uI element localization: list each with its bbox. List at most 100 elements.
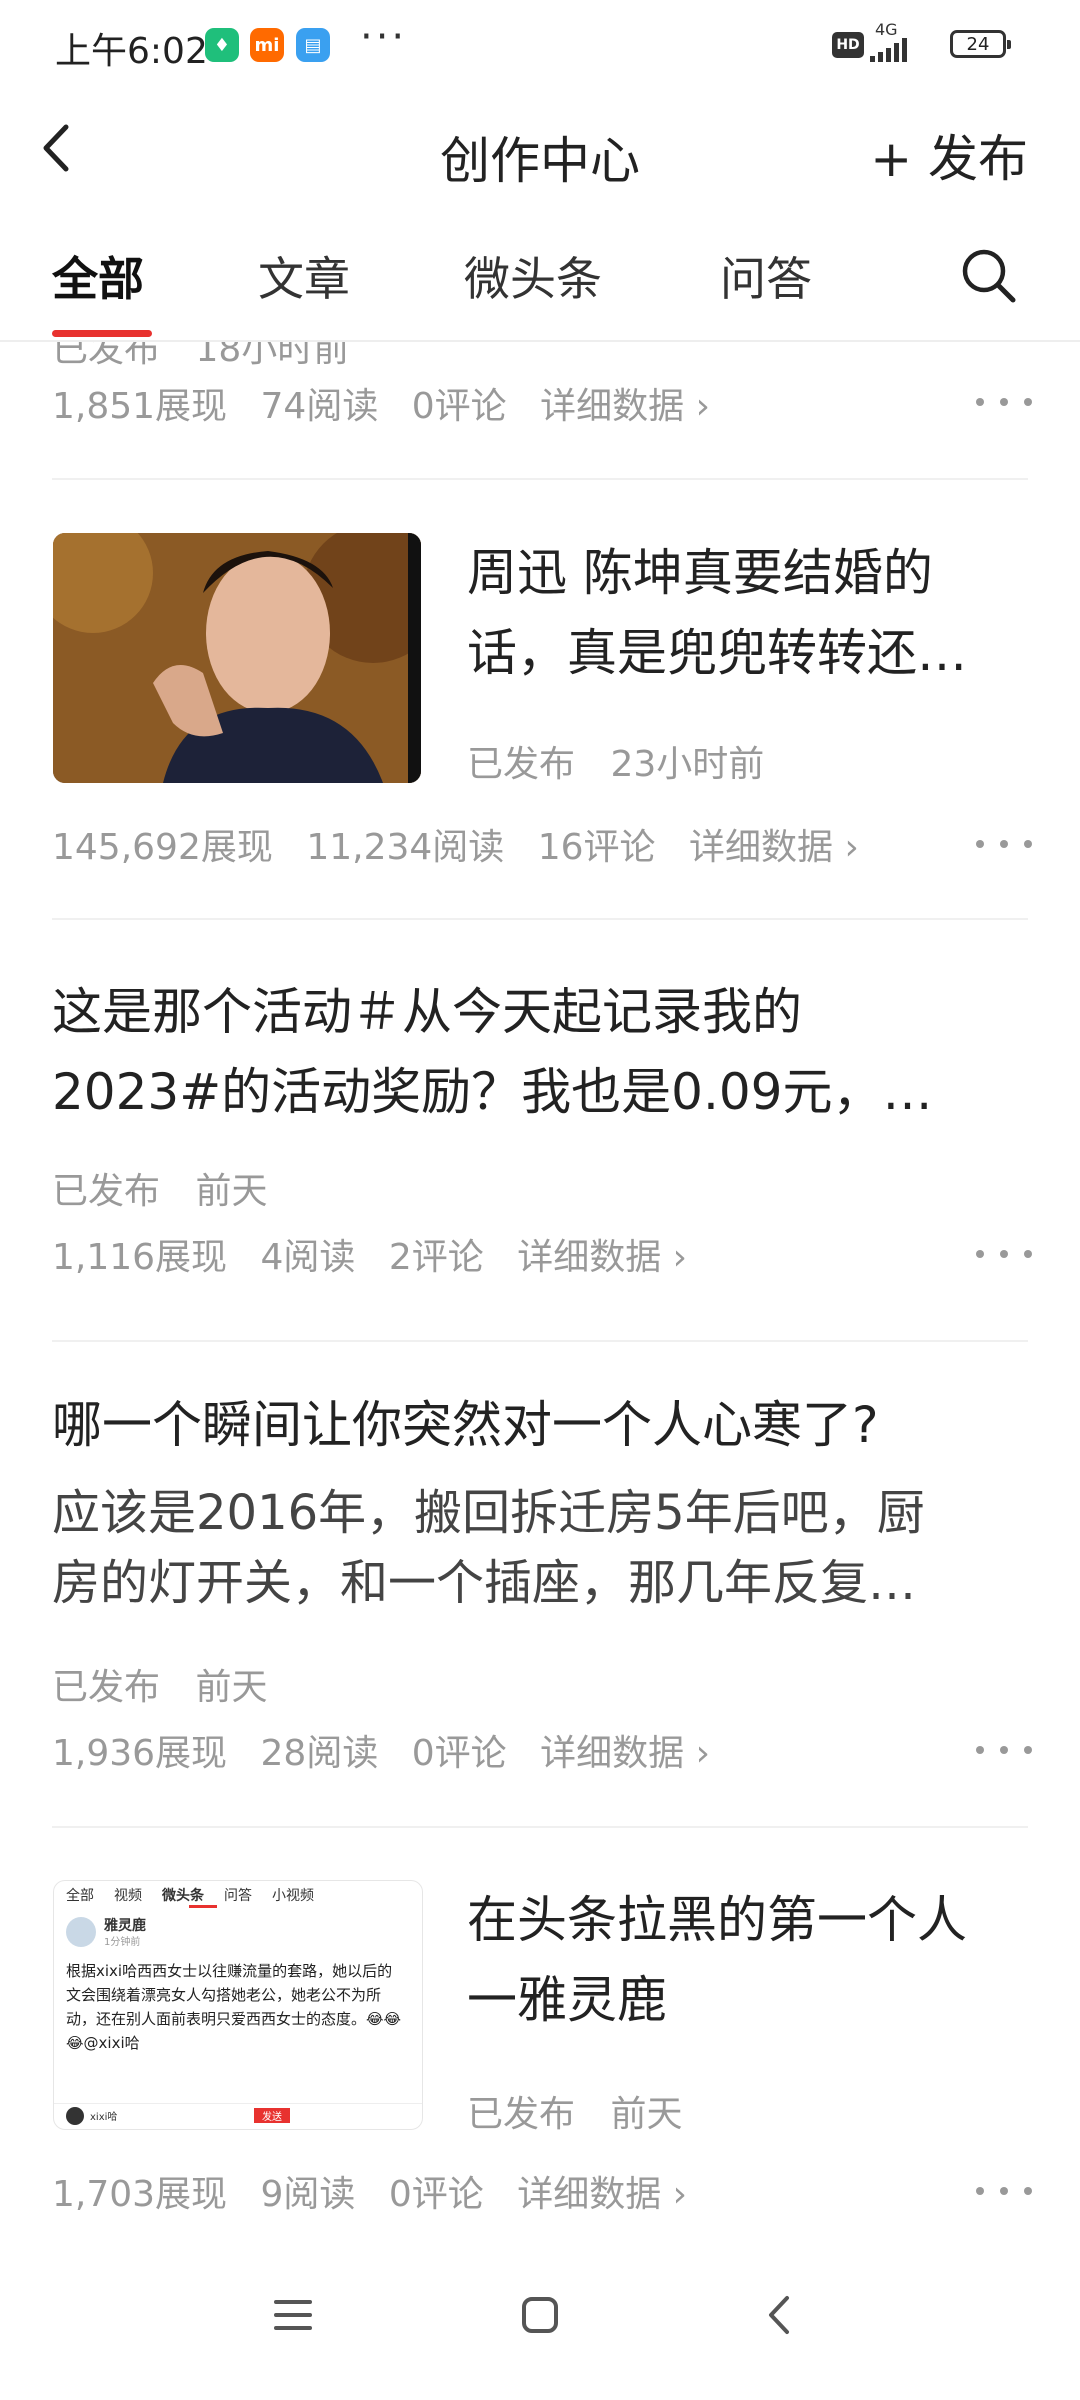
detail-data-link[interactable]: 详细数据 › bbox=[540, 1733, 710, 1774]
thumb-author: 雅灵鹿 bbox=[104, 1918, 146, 1934]
shield-app-icon: ♦ bbox=[205, 28, 239, 62]
app-header: 创作中心 + 发布 bbox=[0, 95, 1080, 215]
item-title: 在头条拉黑的第一个人 一雅灵鹿 bbox=[467, 1880, 1037, 2040]
portrait-image bbox=[53, 533, 421, 783]
item-stats: 1,936展现 28阅读 0评论 详细数据 › bbox=[52, 1724, 732, 1776]
title-line: 2023#的活动奖励？我也是0.09元，… bbox=[52, 1063, 933, 1121]
tab-articles[interactable]: 文章 bbox=[258, 243, 350, 309]
home-square-icon bbox=[522, 2297, 558, 2333]
thumb-footer: xixi哈 发送 bbox=[54, 2103, 422, 2129]
search-button[interactable] bbox=[958, 245, 1018, 305]
reads-count: 28阅读 bbox=[260, 1733, 379, 1774]
more-notifications-icon: ··· bbox=[360, 14, 408, 60]
battery-level: 24 bbox=[966, 33, 990, 55]
comments-count: 16评论 bbox=[537, 827, 656, 868]
divider bbox=[52, 478, 1028, 480]
comments-count: 2评论 bbox=[388, 1237, 484, 1278]
detail-data-link[interactable]: 详细数据 › bbox=[540, 386, 710, 427]
item-meta: 已发布 23小时前 bbox=[467, 735, 788, 787]
publish-status: 已发布 bbox=[52, 340, 161, 370]
content-list: 已发布 18小时前 1,851展现 74阅读 0评论 详细数据 › 周迅 陈坤真… bbox=[0, 340, 1080, 2240]
thumb-text: 根据xixi哈西西女士以往赚流量的套路，她以后的文会围绕着漂亮女人勾搭她老公，她… bbox=[66, 1962, 402, 2052]
more-options-icon[interactable] bbox=[976, 1738, 1032, 1762]
back-triangle-icon bbox=[769, 2296, 789, 2334]
more-options-icon[interactable] bbox=[976, 2179, 1032, 2203]
excerpt-line: 应该是2016年，搬回拆迁房5年后吧，厨 bbox=[52, 1485, 925, 1541]
item-stats: 145,692展现 11,234阅读 16评论 详细数据 › bbox=[52, 818, 881, 870]
tab-micro-headlines[interactable]: 微头条 bbox=[464, 243, 602, 309]
item-excerpt: 应该是2016年，搬回拆迁房5年后吧，厨 房的灯开关，和一个插座，那几年反复… bbox=[52, 1478, 1042, 1618]
publish-status: 已发布 bbox=[467, 744, 576, 785]
publish-button[interactable]: + 发布 bbox=[870, 119, 1028, 191]
gallery-app-icon: ▤ bbox=[296, 28, 330, 62]
comments-count: 0评论 bbox=[411, 386, 507, 427]
divider bbox=[52, 1826, 1028, 1828]
screenshot-thumbnail: 全部 视频 微头条 问答 小视频 雅灵鹿 1分钟前 根据xixi哈西西女士以往赚… bbox=[53, 1880, 423, 2130]
home-button[interactable] bbox=[505, 2280, 575, 2350]
item-stats: 1,703展现 9阅读 0评论 详细数据 › bbox=[52, 2165, 709, 2217]
item-title: 周迅 陈坤真要结婚的 话，真是兜兜转转还… bbox=[467, 533, 1037, 693]
divider bbox=[52, 1340, 1028, 1342]
detail-data-link[interactable]: 详细数据 › bbox=[689, 827, 859, 868]
views-count: 145,692展现 bbox=[52, 827, 273, 868]
tab-all[interactable]: 全部 bbox=[52, 243, 144, 309]
item-meta: 已发布 前天 bbox=[52, 1162, 291, 1214]
comments-count: 0评论 bbox=[411, 1733, 507, 1774]
thumb-avatar bbox=[66, 1917, 96, 1947]
article-thumbnail bbox=[53, 533, 421, 783]
search-icon bbox=[962, 249, 1016, 303]
detail-data-link[interactable]: 详细数据 › bbox=[517, 2174, 687, 2215]
mi-app-icon: mi bbox=[250, 28, 284, 62]
publish-time: 前天 bbox=[195, 1667, 268, 1708]
publish-status: 已发布 bbox=[467, 2094, 576, 2135]
publish-status: 已发布 bbox=[52, 1667, 161, 1708]
battery-icon: 24 bbox=[950, 30, 1011, 58]
item-meta: 已发布 前天 bbox=[467, 2085, 706, 2137]
comments-count: 0评论 bbox=[388, 2174, 484, 2215]
status-bar: 上午6:02 ♦ mi ▤ ··· HD 4G 24 bbox=[0, 0, 1080, 95]
system-back-button[interactable] bbox=[745, 2280, 815, 2350]
more-options-icon[interactable] bbox=[976, 832, 1032, 856]
divider bbox=[52, 918, 1028, 920]
detail-data-link[interactable]: 详细数据 › bbox=[517, 1237, 687, 1278]
item-title: 哪一个瞬间让你突然对一个人心寒了? bbox=[52, 1396, 879, 1454]
publish-time: 前天 bbox=[195, 1171, 268, 1212]
status-time: 上午6:02 bbox=[55, 31, 208, 72]
thumb-tab-row: 全部 视频 微头条 问答 小视频 bbox=[66, 1888, 314, 1904]
publish-time: 23小时前 bbox=[610, 744, 765, 785]
network-type: 4G bbox=[875, 20, 898, 39]
item-title: 这是那个活动＃从今天起记录我的 2023#的活动奖励？我也是0.09元，… bbox=[52, 972, 1032, 1132]
publish-status: 已发布 bbox=[52, 1171, 161, 1212]
item-stats: 1,116展现 4阅读 2评论 详细数据 › bbox=[52, 1228, 709, 1280]
title-line: 这是那个活动＃从今天起记录我的 bbox=[52, 983, 802, 1041]
tab-bar: 全部 文章 微头条 问答 bbox=[0, 215, 1080, 342]
title-line: 一雅灵鹿 bbox=[467, 1971, 667, 2029]
item-meta: 已发布 18小时前 bbox=[52, 340, 349, 372]
system-nav-bar bbox=[0, 2240, 1080, 2400]
publish-time: 前天 bbox=[610, 2094, 683, 2135]
hd-icon: HD bbox=[832, 32, 864, 58]
views-count: 1,703展现 bbox=[52, 2174, 228, 2215]
reads-count: 9阅读 bbox=[260, 2174, 356, 2215]
item-meta: 已发布 前天 bbox=[52, 1658, 291, 1710]
title-line: 话，真是兜兜转转还… bbox=[467, 624, 967, 682]
reads-count: 11,234阅读 bbox=[306, 827, 505, 868]
publish-time: 18小时前 bbox=[195, 340, 350, 370]
reads-count: 74阅读 bbox=[260, 386, 379, 427]
item-stats: 1,851展现 74阅读 0评论 详细数据 › bbox=[52, 377, 732, 429]
views-count: 1,851展现 bbox=[52, 386, 228, 427]
recents-button[interactable] bbox=[258, 2280, 328, 2350]
title-line: 周迅 陈坤真要结婚的 bbox=[467, 544, 933, 602]
signal-icon bbox=[870, 38, 907, 62]
tab-qa[interactable]: 问答 bbox=[720, 243, 812, 309]
more-options-icon[interactable] bbox=[976, 390, 1032, 414]
title-line: 在头条拉黑的第一个人 bbox=[467, 1891, 967, 1949]
thumb-time: 1分钟前 bbox=[104, 1937, 141, 1948]
views-count: 1,116展现 bbox=[52, 1237, 228, 1278]
active-tab-indicator bbox=[52, 330, 152, 337]
menu-icon bbox=[274, 2300, 312, 2330]
reads-count: 4阅读 bbox=[260, 1237, 356, 1278]
views-count: 1,936展现 bbox=[52, 1733, 228, 1774]
more-options-icon[interactable] bbox=[976, 1242, 1032, 1266]
excerpt-line: 房的灯开关，和一个插座，那几年反复… bbox=[52, 1555, 917, 1611]
